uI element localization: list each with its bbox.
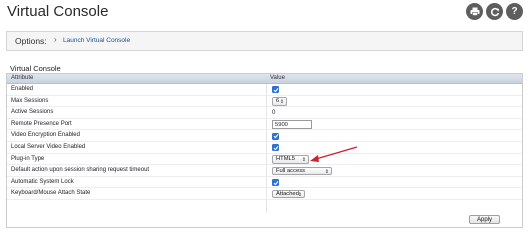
table-header: Attribute Value bbox=[7, 74, 522, 84]
port-input[interactable]: 5900 bbox=[272, 120, 312, 129]
checkbox[interactable] bbox=[272, 132, 279, 140]
chevron-right-icon: › bbox=[54, 35, 57, 44]
value-cell: Full access ⇕ bbox=[272, 165, 332, 177]
value-cell bbox=[272, 84, 279, 96]
table-row: Max Sessions 6 ⇕ bbox=[7, 96, 522, 108]
value-cell: 0 bbox=[272, 107, 275, 119]
value-cell: 6 ⇕ bbox=[272, 96, 287, 108]
settings-table: Attribute Value Enabled Max Sessions 6 ⇕ Act… bbox=[6, 73, 523, 228]
column-header-attribute: Attribute bbox=[11, 75, 34, 81]
help-icon[interactable]: ? bbox=[506, 3, 523, 20]
table-row: Automatic System Lock bbox=[7, 177, 522, 189]
attribute-label: Max Sessions bbox=[11, 97, 49, 104]
select-value: Full access bbox=[276, 167, 305, 174]
refresh-icon[interactable] bbox=[486, 3, 503, 20]
options-bar: Options: › Launch Virtual Console bbox=[6, 31, 523, 51]
select-value: 6 bbox=[276, 98, 280, 105]
value-cell bbox=[272, 177, 279, 189]
checkbox[interactable] bbox=[272, 86, 279, 94]
attribute-label: Enabled bbox=[11, 86, 34, 92]
dropdown-select[interactable]: Attached ⇕ bbox=[272, 189, 305, 199]
value-cell bbox=[272, 130, 279, 142]
attribute-label: Keyboard/Mouse Attach State bbox=[11, 190, 91, 197]
value-cell: 5900 bbox=[272, 119, 312, 131]
table-row: Video Encryption Enabled bbox=[7, 130, 522, 142]
attribute-label: Remote Presence Port bbox=[11, 120, 72, 127]
select-value: Attached bbox=[276, 191, 299, 198]
table-row: Local Server Video Enabled bbox=[7, 142, 522, 154]
options-label: Options: bbox=[15, 36, 47, 46]
select-arrows-icon: ⇕ bbox=[297, 191, 302, 198]
table-row: Remote Presence Port 5900 bbox=[7, 119, 522, 131]
launch-virtual-console-link[interactable]: Launch Virtual Console bbox=[63, 37, 130, 44]
select-arrows-icon: ⇕ bbox=[324, 168, 329, 175]
attribute-label: Default action upon session sharing requ… bbox=[11, 167, 150, 174]
column-header-value: Value bbox=[270, 75, 285, 81]
select-arrows-icon: ⇕ bbox=[279, 99, 284, 106]
page-title: Virtual Console bbox=[7, 3, 109, 20]
attribute-label: Automatic System Lock bbox=[11, 178, 74, 185]
checkbox[interactable] bbox=[272, 144, 279, 152]
checkbox[interactable] bbox=[272, 179, 279, 187]
header-toolbar: ? bbox=[466, 3, 523, 20]
attribute-label: Plug-in Type bbox=[11, 155, 45, 162]
table-row: Keyboard/Mouse Attach State Attached ⇕ bbox=[7, 188, 522, 200]
table-row: Plug-in Type HTML5 ⇕ bbox=[7, 154, 522, 166]
attribute-label: Active Sessions bbox=[11, 109, 54, 116]
print-icon[interactable] bbox=[466, 3, 483, 20]
dropdown-select[interactable]: 6 ⇕ bbox=[272, 97, 287, 106]
section-title: Virtual Console bbox=[10, 64, 61, 73]
value-cell: HTML5 ⇕ bbox=[272, 154, 309, 166]
value-cell: Attached ⇕ bbox=[272, 188, 305, 200]
table-row: Enabled bbox=[7, 84, 522, 96]
dropdown-select[interactable]: HTML5 ⇕ bbox=[272, 155, 309, 164]
page-header: Virtual Console ? bbox=[0, 0, 529, 26]
help-glyph: ? bbox=[511, 6, 518, 17]
table-row: Active Sessions 0 bbox=[7, 107, 522, 119]
select-arrows-icon: ⇕ bbox=[301, 157, 306, 164]
value-text: 0 bbox=[272, 109, 276, 116]
value-cell bbox=[272, 142, 279, 154]
select-value: HTML5 bbox=[276, 156, 296, 163]
dropdown-select[interactable]: Full access ⇕ bbox=[272, 166, 332, 176]
table-row: Default action upon session sharing requ… bbox=[7, 165, 522, 177]
attribute-label: Local Server Video Enabled bbox=[11, 144, 86, 150]
apply-button[interactable]: Apply bbox=[469, 215, 500, 224]
attribute-label: Video Encryption Enabled bbox=[11, 132, 80, 139]
